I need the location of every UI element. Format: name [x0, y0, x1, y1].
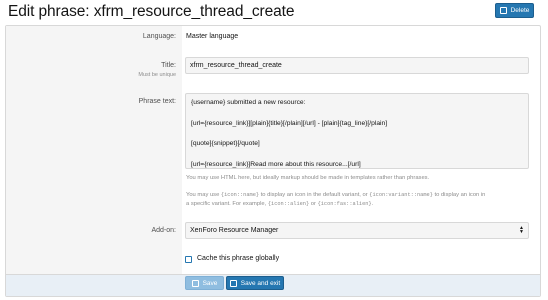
phrase-text-explain-icons: You may use {icon::name} to display an i…: [186, 192, 486, 207]
title-label: Title:: [161, 62, 176, 69]
save-icon: [191, 279, 199, 287]
addon-select[interactable]: XenForo Resource Manager ▲ ▼: [185, 222, 529, 239]
cache-globally-label[interactable]: Cache this phrase globally: [197, 255, 279, 262]
delete-button[interactable]: Delete: [495, 3, 534, 18]
phrase-text-line: {username} submitted a new resource:: [191, 99, 306, 106]
phrase-text-label: Phrase text:: [138, 98, 176, 105]
addon-label: Add-on:: [151, 227, 176, 234]
trash-icon: [499, 7, 507, 14]
page-title: Edit phrase: xfrm_resource_thread_create: [8, 3, 295, 20]
phrase-text-line: [url={resource_link}]Read more about thi…: [191, 160, 361, 168]
language-value: Master language: [186, 33, 239, 40]
save-button[interactable]: Save: [185, 276, 224, 290]
title-hint: Must be unique: [138, 72, 176, 78]
save-icon: [229, 279, 237, 287]
addon-selected-value: XenForo Resource Manager: [190, 227, 279, 234]
cache-globally-checkbox[interactable]: [185, 256, 192, 263]
delete-button-label: Delete: [510, 7, 530, 14]
phrase-text-line: [url={resource_link}][plain]{title}[/pla…: [191, 119, 388, 127]
save-and-exit-button-label: Save and exit: [240, 279, 281, 287]
phrase-text-explain-html: You may use HTML here, but ideally marku…: [186, 175, 430, 181]
phrase-text-textarea[interactable]: {username} submitted a new resource: [ur…: [185, 93, 529, 169]
save-and-exit-button[interactable]: Save and exit: [226, 276, 284, 290]
language-label: Language:: [142, 33, 176, 40]
phrase-text-line: [quote]{snippet}[/quote]: [191, 140, 260, 147]
title-input[interactable]: xfrm_resource_thread_create: [185, 57, 529, 74]
save-button-label: Save: [202, 279, 218, 287]
select-updown-icon: ▲ ▼: [519, 225, 524, 235]
